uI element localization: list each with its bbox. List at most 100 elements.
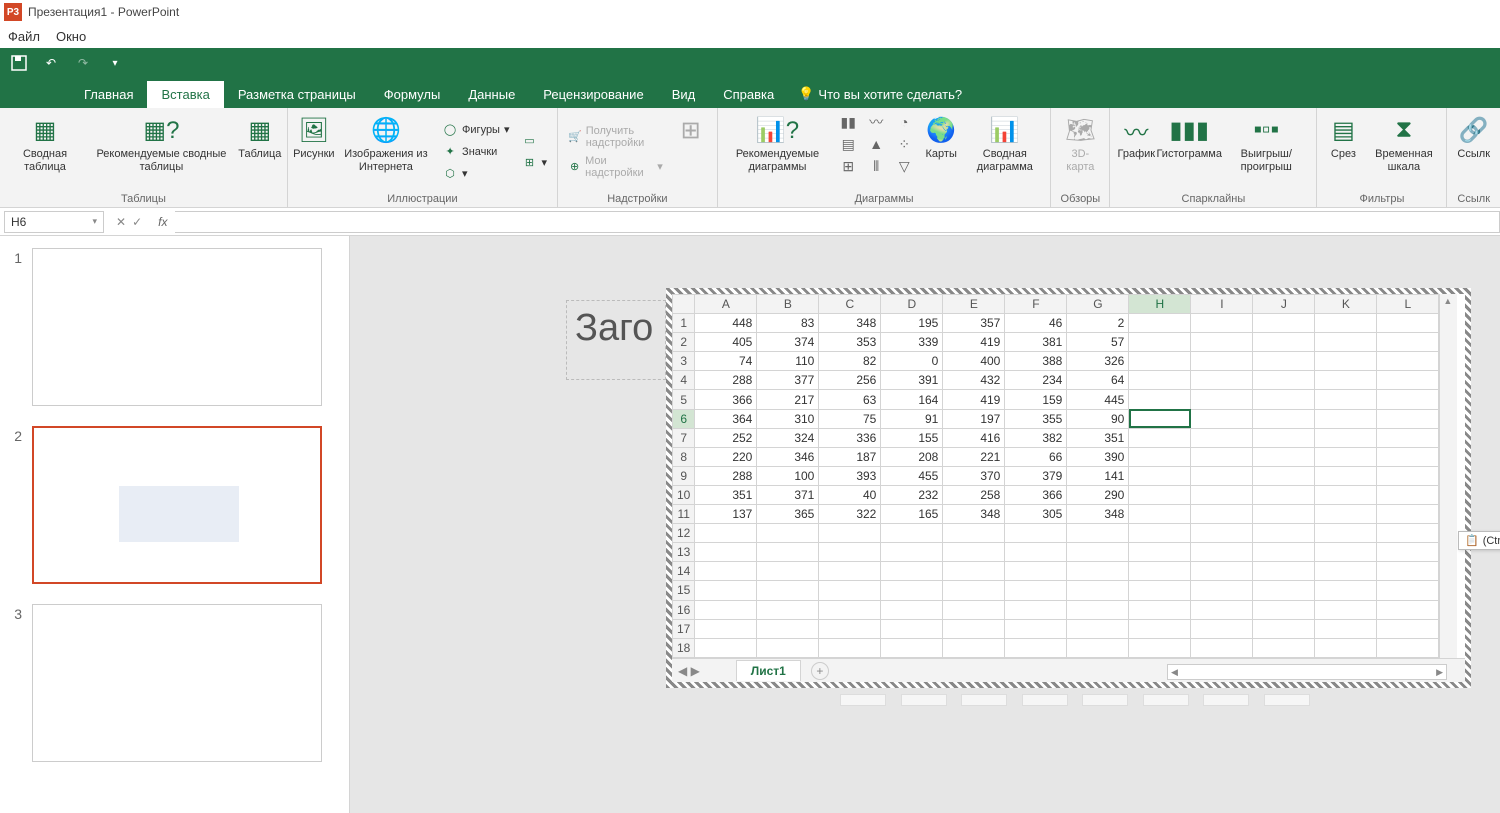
cell[interactable] [1067, 619, 1129, 638]
cell[interactable] [1191, 466, 1253, 485]
cell[interactable]: 217 [757, 390, 819, 409]
cell[interactable] [1315, 485, 1377, 504]
cell[interactable] [1191, 333, 1253, 352]
cell[interactable]: 366 [1005, 485, 1067, 504]
cell[interactable] [1067, 562, 1129, 581]
line-chart-icon[interactable]: 〰 [863, 112, 889, 132]
cell[interactable]: 388 [1005, 352, 1067, 371]
cancel-icon[interactable]: ✕ [116, 215, 126, 229]
cell[interactable]: 416 [943, 428, 1005, 447]
recommended-charts-button[interactable]: 📊? Рекомендуемые диаграммы [724, 112, 831, 191]
cell[interactable] [943, 638, 1005, 657]
cell[interactable] [1315, 409, 1377, 428]
cell[interactable] [1191, 619, 1253, 638]
row-header[interactable]: 18 [673, 638, 695, 657]
cell[interactable]: 82 [819, 352, 881, 371]
stock-chart-icon[interactable]: ⊞ [835, 156, 861, 176]
slide-thumbnail-2[interactable] [32, 426, 322, 584]
table-button[interactable]: ▦ Таблица [239, 112, 281, 191]
tab-formulas[interactable]: Формулы [370, 81, 455, 108]
cell[interactable] [1129, 638, 1191, 657]
cell[interactable] [695, 619, 757, 638]
sheet-tab[interactable]: Лист1 [736, 660, 801, 681]
cell[interactable]: 221 [943, 447, 1005, 466]
cell[interactable] [943, 543, 1005, 562]
cell[interactable] [1315, 619, 1377, 638]
cell[interactable] [1253, 390, 1315, 409]
cell[interactable] [1253, 581, 1315, 600]
cell[interactable] [1253, 505, 1315, 524]
title-placeholder[interactable]: Заго [566, 300, 666, 380]
cell[interactable]: 2 [1067, 314, 1129, 333]
cell[interactable]: 348 [819, 314, 881, 333]
slicer-button[interactable]: ▤ Срез [1323, 112, 1363, 191]
row-header[interactable]: 9 [673, 466, 695, 485]
cell[interactable]: 75 [819, 409, 881, 428]
3d-map-button[interactable]: 🗺 3D- карта [1057, 112, 1103, 191]
screenshot-button[interactable]: ⊞ ▾ [518, 153, 552, 173]
cell[interactable] [1377, 352, 1439, 371]
cell[interactable]: 419 [943, 390, 1005, 409]
cell[interactable] [1377, 638, 1439, 657]
cell[interactable] [1315, 562, 1377, 581]
slide-canvas[interactable]: Заго ABCDEFGHIJKL14488334819535746224053… [350, 236, 1500, 813]
pictures-button[interactable]: 🖼 Рисунки [294, 112, 334, 191]
cell[interactable] [1129, 600, 1191, 619]
cell[interactable] [1377, 447, 1439, 466]
cell[interactable] [881, 543, 943, 562]
cell[interactable]: 256 [819, 371, 881, 390]
embedded-excel-object[interactable]: ABCDEFGHIJKL1448833481953574622405374353… [666, 288, 1471, 688]
area-chart-icon[interactable]: ▲ [863, 134, 889, 154]
row-header[interactable]: 1 [673, 314, 695, 333]
cell[interactable] [1253, 600, 1315, 619]
cell[interactable]: 252 [695, 428, 757, 447]
cell[interactable] [1005, 524, 1067, 543]
online-pictures-button[interactable]: 🌐 Изображения из Интернета [338, 112, 434, 191]
cell[interactable] [1315, 524, 1377, 543]
cell[interactable]: 232 [881, 485, 943, 504]
cell[interactable]: 66 [1005, 447, 1067, 466]
cell[interactable] [1315, 333, 1377, 352]
cell[interactable] [1129, 524, 1191, 543]
cell[interactable] [1377, 524, 1439, 543]
cell[interactable] [1191, 409, 1253, 428]
cell[interactable]: 381 [1005, 333, 1067, 352]
save-icon[interactable] [8, 52, 30, 74]
redo-icon[interactable]: ↷ [72, 52, 94, 74]
row-header[interactable]: 2 [673, 333, 695, 352]
cell[interactable] [1129, 485, 1191, 504]
sparkline-winloss-button[interactable]: ▪▫▪ Выигрыш/ проигрыш [1222, 112, 1310, 191]
row-header[interactable]: 17 [673, 619, 695, 638]
cell[interactable] [1315, 371, 1377, 390]
cell[interactable] [881, 581, 943, 600]
cell[interactable]: 348 [1067, 505, 1129, 524]
cell[interactable]: 391 [881, 371, 943, 390]
cell[interactable]: 351 [695, 485, 757, 504]
cell[interactable] [819, 600, 881, 619]
cell[interactable] [1005, 638, 1067, 657]
row-header[interactable]: 13 [673, 543, 695, 562]
cell[interactable]: 74 [695, 352, 757, 371]
cell[interactable]: 400 [943, 352, 1005, 371]
cell[interactable]: 110 [757, 352, 819, 371]
cell[interactable] [1129, 390, 1191, 409]
get-addins-button[interactable]: 🛒Получить надстройки [564, 123, 667, 151]
cell[interactable]: 159 [1005, 390, 1067, 409]
cell[interactable] [757, 562, 819, 581]
cell[interactable]: 288 [695, 466, 757, 485]
cell[interactable]: 234 [1005, 371, 1067, 390]
cell[interactable] [943, 619, 1005, 638]
cell[interactable]: 390 [1067, 447, 1129, 466]
cell[interactable]: 220 [695, 447, 757, 466]
cell[interactable] [1067, 524, 1129, 543]
row-header[interactable]: 14 [673, 562, 695, 581]
cell[interactable] [1191, 314, 1253, 333]
cell[interactable] [1067, 600, 1129, 619]
cell[interactable] [1129, 447, 1191, 466]
menu-window[interactable]: Окно [56, 29, 86, 44]
column-header[interactable]: B [757, 295, 819, 314]
cell[interactable] [881, 638, 943, 657]
cell[interactable] [1129, 505, 1191, 524]
cell[interactable] [1253, 447, 1315, 466]
cell[interactable] [1377, 581, 1439, 600]
